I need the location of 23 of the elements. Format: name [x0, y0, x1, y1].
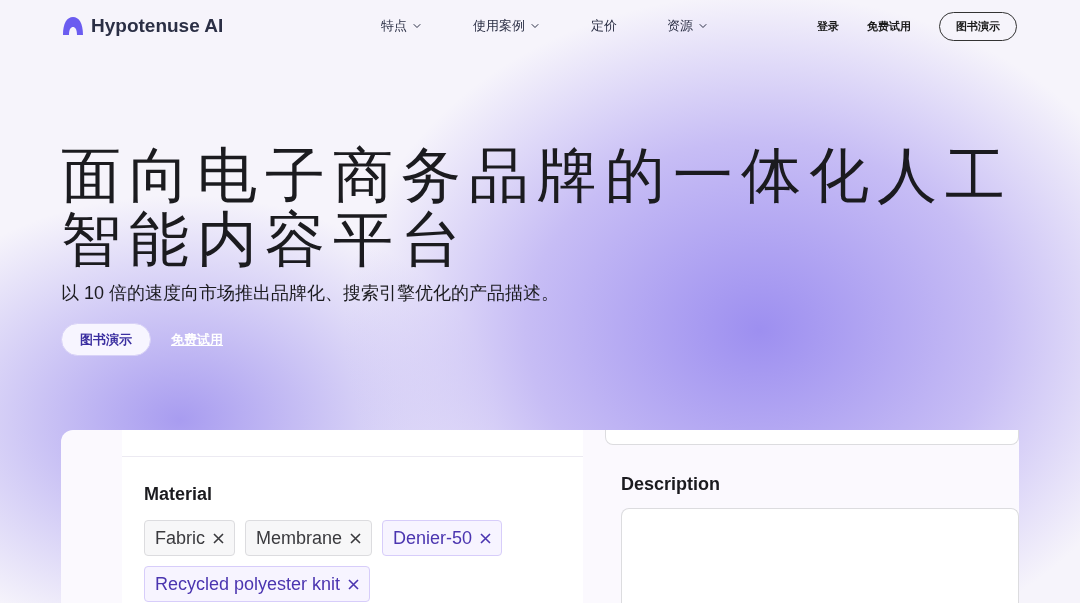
free-trial-link[interactable]: 免费试用	[867, 17, 911, 35]
hero-title: 面向电子商务品牌的一体化人工智能内容平台	[61, 144, 1014, 272]
description-field[interactable]	[621, 508, 1019, 603]
close-icon[interactable]	[480, 532, 492, 544]
material-tag[interactable]: Membrane	[245, 520, 373, 556]
login-link[interactable]: 登录	[817, 17, 839, 35]
material-label: Material	[144, 483, 214, 506]
close-icon[interactable]	[213, 532, 224, 544]
text-field[interactable]	[605, 430, 1019, 445]
close-icon[interactable]	[350, 532, 362, 544]
nav-link[interactable]: 特点	[381, 16, 423, 36]
material-tag[interactable]: Recycled polyester knit	[144, 566, 371, 602]
material-tag[interactable]: Fabric	[144, 520, 235, 556]
logo-icon	[63, 17, 83, 35]
nav-link[interactable]: 使用案例	[473, 16, 541, 36]
nav-link[interactable]: 定价	[591, 16, 617, 36]
demo-button[interactable]: 图书演示	[61, 323, 151, 356]
description-label: Description	[621, 473, 722, 496]
nav-link[interactable]: 资源	[667, 16, 709, 36]
hero-subtitle: 以 10 倍的速度向市场推出品牌化、搜索引擎优化的产品描述。	[61, 282, 561, 305]
logo-text: Hypotenuse AI	[91, 13, 224, 38]
close-icon[interactable]	[348, 578, 360, 590]
material-tag[interactable]: Denier-50	[382, 520, 503, 556]
